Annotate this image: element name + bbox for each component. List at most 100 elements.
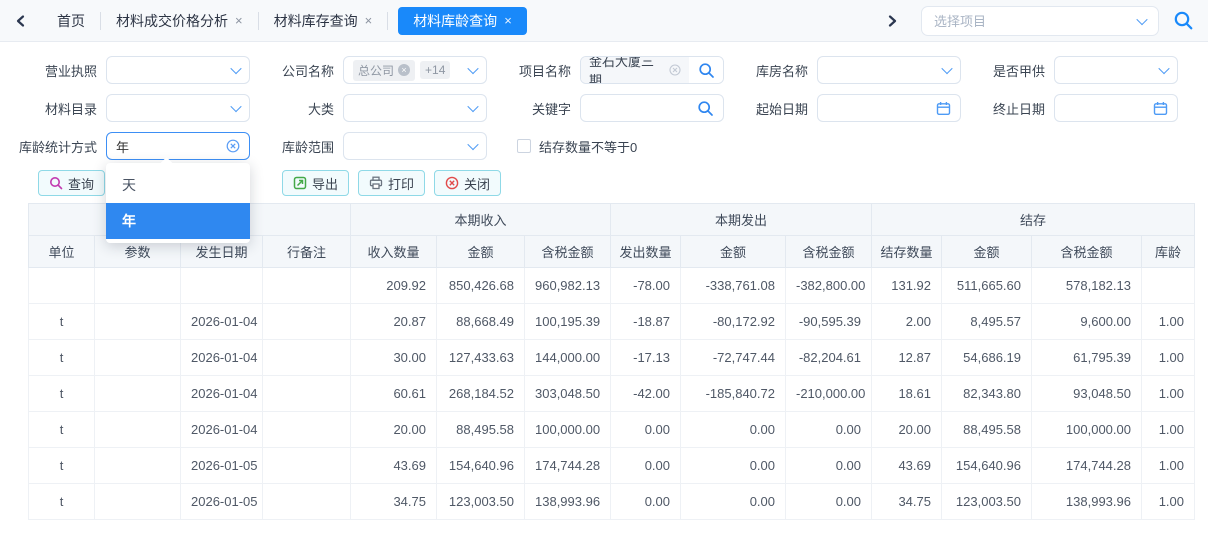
cell: t (29, 412, 95, 448)
cell: -80,172.92 (681, 304, 786, 340)
tab-home[interactable]: 首页 (42, 11, 100, 31)
nonzero-filter: 结存数量不等于0 (517, 137, 637, 156)
cell: 0.00 (786, 448, 872, 484)
end-date-input[interactable] (1054, 94, 1178, 122)
search-icon[interactable] (697, 100, 714, 117)
table-row[interactable]: 209.92850,426.68960,982.13-78.00-338,761… (29, 268, 1195, 304)
material-catalog-select[interactable] (106, 94, 250, 122)
cell: 0.00 (786, 412, 872, 448)
cell: 60.61 (351, 376, 437, 412)
cell: 123,003.50 (437, 484, 525, 520)
dropdown-option[interactable]: 天 (106, 167, 250, 203)
project-name-label: 项目名称 (487, 61, 571, 80)
column-header[interactable]: 含税金额 (525, 236, 611, 268)
table-row[interactable]: t2026-01-0534.75123,003.50138,993.960.00… (29, 484, 1195, 520)
cell: 123,003.50 (942, 484, 1032, 520)
filter-row-3: 库龄统计方式 年 库龄范围 结存数量不等于0 (0, 132, 1208, 160)
tag-close-icon[interactable]: × (398, 64, 410, 76)
column-header[interactable]: 含税金额 (786, 236, 872, 268)
export-button[interactable]: 导出 (282, 170, 349, 196)
table-row[interactable]: t2026-01-0430.00127,433.63144,000.00-17.… (29, 340, 1195, 376)
cell: 54,686.19 (942, 340, 1032, 376)
cell: t (29, 448, 95, 484)
column-header[interactable]: 金额 (437, 236, 525, 268)
cell: t (29, 376, 95, 412)
print-button-label: 打印 (388, 174, 414, 193)
close-icon[interactable]: × (235, 13, 243, 28)
cell: 174,744.28 (1032, 448, 1142, 484)
column-header[interactable]: 行备注 (263, 236, 351, 268)
cell: 850,426.68 (437, 268, 525, 304)
category-select[interactable] (343, 94, 487, 122)
cell: 209.92 (351, 268, 437, 304)
cell (263, 304, 351, 340)
clear-icon[interactable] (226, 139, 240, 153)
chevron-down-icon (230, 63, 241, 74)
back-chevron-icon[interactable] (14, 14, 28, 28)
tab-material-price-analysis[interactable]: 材料成交价格分析 × (101, 11, 258, 31)
start-date-label: 起始日期 (724, 99, 808, 118)
nonzero-checkbox[interactable] (517, 139, 531, 153)
project-select[interactable]: 选择项目 (921, 6, 1159, 36)
close-icon[interactable]: × (504, 13, 512, 28)
tab-material-stock-query[interactable]: 材料库存查询 × (259, 11, 388, 31)
company-tag: 总公司× (353, 60, 415, 81)
column-header[interactable]: 结存数量 (872, 236, 942, 268)
search-icon[interactable] (689, 57, 723, 83)
cell: 154,640.96 (942, 448, 1032, 484)
warehouse-label: 库房名称 (724, 61, 808, 80)
column-header[interactable]: 金额 (681, 236, 786, 268)
cell: t (29, 484, 95, 520)
cell: 1.00 (1142, 412, 1195, 448)
cell: 2.00 (872, 304, 942, 340)
project-name-input[interactable]: 金石大厦三期 (580, 56, 724, 84)
cell: 154,640.96 (437, 448, 525, 484)
close-button-label: 关闭 (464, 174, 490, 193)
dropdown-option[interactable]: 年 (106, 203, 250, 239)
cell: -338,761.08 (681, 268, 786, 304)
company-select[interactable]: 总公司× +14 (343, 56, 487, 84)
keyword-input[interactable] (580, 94, 724, 122)
table-row[interactable]: t2026-01-0420.0088,495.58100,000.000.000… (29, 412, 1195, 448)
table-row[interactable]: t2026-01-0543.69154,640.96174,744.280.00… (29, 448, 1195, 484)
search-icon (49, 176, 63, 190)
column-header[interactable]: 库龄 (1142, 236, 1195, 268)
column-header[interactable]: 发出数量 (611, 236, 681, 268)
table-row[interactable]: t2026-01-0420.8788,668.49100,195.39-18.8… (29, 304, 1195, 340)
close-icon[interactable]: × (365, 13, 373, 28)
business-license-select[interactable] (106, 56, 250, 84)
aging-method-select[interactable]: 年 (106, 132, 250, 160)
owner-supplied-select[interactable] (1054, 56, 1178, 84)
close-button[interactable]: 关闭 (434, 170, 501, 196)
column-header[interactable]: 收入数量 (351, 236, 437, 268)
query-button[interactable]: 查询 (38, 170, 105, 196)
cell: -210,000.00 (786, 376, 872, 412)
search-icon[interactable] (1173, 10, 1194, 31)
cell (1142, 268, 1195, 304)
cell: -90,595.39 (786, 304, 872, 340)
cell: 88,495.58 (437, 412, 525, 448)
cell (95, 412, 181, 448)
clear-icon[interactable] (669, 64, 681, 76)
cell: 30.00 (351, 340, 437, 376)
start-date-input[interactable] (817, 94, 961, 122)
warehouse-select[interactable] (817, 56, 961, 84)
aging-range-select[interactable] (343, 132, 487, 160)
cell (263, 268, 351, 304)
cell: 127,433.63 (437, 340, 525, 376)
aging-method-dropdown: 天年 (106, 163, 250, 243)
group-header: 本期发出 (611, 204, 872, 236)
cell: 100,000.00 (1032, 412, 1142, 448)
tab-material-aging-query[interactable]: 材料库龄查询 × (398, 7, 527, 35)
column-header[interactable]: 含税金额 (1032, 236, 1142, 268)
cell: 88,668.49 (437, 304, 525, 340)
print-button[interactable]: 打印 (358, 170, 425, 196)
column-header[interactable]: 单位 (29, 236, 95, 268)
chevron-down-icon (467, 101, 478, 112)
column-header[interactable]: 金额 (942, 236, 1032, 268)
forward-chevron-icon[interactable] (885, 14, 899, 28)
table-row[interactable]: t2026-01-0460.61268,184.52303,048.50-42.… (29, 376, 1195, 412)
aging-method-label: 库龄统计方式 (13, 137, 97, 156)
cell: 0.00 (681, 448, 786, 484)
cell: 578,182.13 (1032, 268, 1142, 304)
